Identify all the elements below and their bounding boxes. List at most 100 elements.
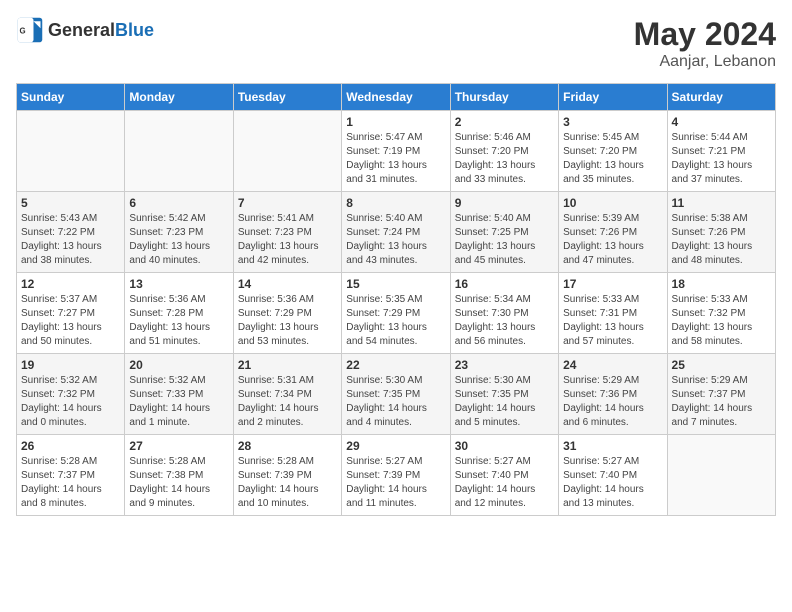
cell-info-text: Sunrise: 5:28 AM Sunset: 7:38 PM Dayligh…	[129, 455, 228, 511]
cell-date-number: 30	[455, 439, 554, 453]
cell-date-number: 3	[563, 115, 662, 129]
table-row: 9Sunrise: 5:40 AM Sunset: 7:25 PM Daylig…	[450, 192, 558, 273]
logo-blue: Blue	[115, 20, 154, 40]
header-monday: Monday	[125, 84, 233, 111]
cell-info-text: Sunrise: 5:30 AM Sunset: 7:35 PM Dayligh…	[346, 374, 445, 430]
cell-date-number: 13	[129, 277, 228, 291]
cell-info-text: Sunrise: 5:46 AM Sunset: 7:20 PM Dayligh…	[455, 131, 554, 187]
cell-date-number: 26	[21, 439, 120, 453]
table-row: 5 Sunrise: 5:43 AM Sunset: 7:22 PM Daylig…	[17, 192, 125, 273]
cell-info-text: Sunrise: 5:45 AM Sunset: 7:20 PM Dayligh…	[563, 131, 662, 187]
table-row: 8 Sunrise: 5:40 AM Sunset: 7:24 PM Daylig…	[342, 192, 450, 273]
table-row: 11 Sunrise: 5:38 AM Sunset: 7:26 PM Dayli…	[667, 192, 775, 273]
table-row: 14 Sunrise: 5:36 AM Sunset: 7:29 PM Dayli…	[233, 273, 341, 354]
cell-date-number: 11	[672, 196, 771, 210]
cell-date-number: 12	[21, 277, 120, 291]
cell-date-number: 27	[129, 439, 228, 453]
cell-info-text: Sunrise: 5:27 AM Sunset: 7:39 PM Dayligh…	[346, 455, 445, 511]
cell-info-text: Sunrise: 5:33 AM Sunset: 7:31 PM Dayligh…	[563, 293, 662, 349]
cell-info-text: Sunrise: 5:40 AM Sunset: 7:24 PM Dayligh…	[346, 212, 445, 268]
cell-date-number: 24	[563, 358, 662, 372]
table-row: 24Sunrise: 5:29 AM Sunset: 7:36 PM Dayli…	[559, 354, 667, 435]
cell-info-text: Sunrise: 5:37 AM Sunset: 7:27 PM Dayligh…	[21, 293, 120, 349]
calendar-week-row: 12 Sunrise: 5:37 AM Sunset: 7:27 PM Dayli…	[17, 273, 776, 354]
header-thursday: Thursday	[450, 84, 558, 111]
table-row: 3 Sunrise: 5:45 AM Sunset: 7:20 PM Daylig…	[559, 111, 667, 192]
cell-info-text: Sunrise: 5:36 AM Sunset: 7:28 PM Dayligh…	[129, 293, 228, 349]
logo-icon: G	[16, 16, 44, 44]
calendar-header-row: Sunday Monday Tuesday Wednesday Thursday…	[17, 84, 776, 111]
cell-date-number: 4	[672, 115, 771, 129]
cell-info-text: Sunrise: 5:42 AM Sunset: 7:23 PM Dayligh…	[129, 212, 228, 268]
cell-date-number: 22	[346, 358, 445, 372]
cell-info-text: Sunrise: 5:29 AM Sunset: 7:37 PM Dayligh…	[672, 374, 771, 430]
logo: G GeneralBlue	[16, 16, 154, 44]
table-row	[667, 435, 775, 516]
header-saturday: Saturday	[667, 84, 775, 111]
cell-info-text: Sunrise: 5:39 AM Sunset: 7:26 PM Dayligh…	[563, 212, 662, 268]
table-row	[17, 111, 125, 192]
cell-date-number: 17	[563, 277, 662, 291]
table-row: 27 Sunrise: 5:28 AM Sunset: 7:38 PM Dayli…	[125, 435, 233, 516]
table-row	[233, 111, 341, 192]
cell-info-text: Sunrise: 5:47 AM Sunset: 7:19 PM Dayligh…	[346, 131, 445, 187]
header-sunday: Sunday	[17, 84, 125, 111]
table-row: 18Sunrise: 5:33 AM Sunset: 7:32 PM Dayli…	[667, 273, 775, 354]
cell-date-number: 16	[455, 277, 554, 291]
table-row: 13 Sunrise: 5:36 AM Sunset: 7:28 PM Dayli…	[125, 273, 233, 354]
table-row: 26 Sunrise: 5:28 AM Sunset: 7:37 PM Dayli…	[17, 435, 125, 516]
cell-date-number: 10	[563, 196, 662, 210]
cell-info-text: Sunrise: 5:41 AM Sunset: 7:23 PM Dayligh…	[238, 212, 337, 268]
cell-date-number: 5	[21, 196, 120, 210]
header-tuesday: Tuesday	[233, 84, 341, 111]
cell-info-text: Sunrise: 5:43 AM Sunset: 7:22 PM Dayligh…	[21, 212, 120, 268]
table-row: 21Sunrise: 5:31 AM Sunset: 7:34 PM Dayli…	[233, 354, 341, 435]
page-header: G GeneralBlue May 2024 Aanjar, Lebanon	[16, 16, 776, 71]
calendar-week-row: 5 Sunrise: 5:43 AM Sunset: 7:22 PM Daylig…	[17, 192, 776, 273]
calendar-week-row: 26 Sunrise: 5:28 AM Sunset: 7:37 PM Dayli…	[17, 435, 776, 516]
calendar-location: Aanjar, Lebanon	[634, 53, 776, 71]
table-row: 22 Sunrise: 5:30 AM Sunset: 7:35 PM Dayli…	[342, 354, 450, 435]
cell-date-number: 25	[672, 358, 771, 372]
cell-info-text: Sunrise: 5:32 AM Sunset: 7:32 PM Dayligh…	[21, 374, 120, 430]
table-row: 28Sunrise: 5:28 AM Sunset: 7:39 PM Dayli…	[233, 435, 341, 516]
table-row: 17 Sunrise: 5:33 AM Sunset: 7:31 PM Dayli…	[559, 273, 667, 354]
title-block: May 2024 Aanjar, Lebanon	[634, 16, 776, 71]
table-row: 29Sunrise: 5:27 AM Sunset: 7:39 PM Dayli…	[342, 435, 450, 516]
table-row: 1 Sunrise: 5:47 AM Sunset: 7:19 PM Daylig…	[342, 111, 450, 192]
cell-info-text: Sunrise: 5:31 AM Sunset: 7:34 PM Dayligh…	[238, 374, 337, 430]
cell-date-number: 14	[238, 277, 337, 291]
logo-general: General	[48, 20, 115, 40]
table-row: 15 Sunrise: 5:35 AM Sunset: 7:29 PM Dayli…	[342, 273, 450, 354]
table-row: 6Sunrise: 5:42 AM Sunset: 7:23 PM Daylig…	[125, 192, 233, 273]
table-row	[125, 111, 233, 192]
cell-date-number: 15	[346, 277, 445, 291]
cell-date-number: 18	[672, 277, 771, 291]
svg-text:G: G	[20, 27, 26, 36]
table-row: 2Sunrise: 5:46 AM Sunset: 7:20 PM Daylig…	[450, 111, 558, 192]
calendar-title: May 2024	[634, 16, 776, 53]
table-row: 16 Sunrise: 5:34 AM Sunset: 7:30 PM Dayli…	[450, 273, 558, 354]
calendar-table: Sunday Monday Tuesday Wednesday Thursday…	[16, 83, 776, 516]
cell-info-text: Sunrise: 5:36 AM Sunset: 7:29 PM Dayligh…	[238, 293, 337, 349]
cell-info-text: Sunrise: 5:40 AM Sunset: 7:25 PM Dayligh…	[455, 212, 554, 268]
table-row: 4 Sunrise: 5:44 AM Sunset: 7:21 PM Daylig…	[667, 111, 775, 192]
calendar-week-row: 19 Sunrise: 5:32 AM Sunset: 7:32 PM Dayli…	[17, 354, 776, 435]
cell-date-number: 1	[346, 115, 445, 129]
table-row: 19 Sunrise: 5:32 AM Sunset: 7:32 PM Dayli…	[17, 354, 125, 435]
cell-date-number: 23	[455, 358, 554, 372]
cell-info-text: Sunrise: 5:34 AM Sunset: 7:30 PM Dayligh…	[455, 293, 554, 349]
table-row: 30Sunrise: 5:27 AM Sunset: 7:40 PM Dayli…	[450, 435, 558, 516]
logo-text: GeneralBlue	[48, 20, 154, 41]
cell-info-text: Sunrise: 5:38 AM Sunset: 7:26 PM Dayligh…	[672, 212, 771, 268]
cell-date-number: 20	[129, 358, 228, 372]
cell-info-text: Sunrise: 5:35 AM Sunset: 7:29 PM Dayligh…	[346, 293, 445, 349]
cell-info-text: Sunrise: 5:44 AM Sunset: 7:21 PM Dayligh…	[672, 131, 771, 187]
cell-date-number: 8	[346, 196, 445, 210]
cell-info-text: Sunrise: 5:28 AM Sunset: 7:37 PM Dayligh…	[21, 455, 120, 511]
cell-date-number: 19	[21, 358, 120, 372]
cell-info-text: Sunrise: 5:30 AM Sunset: 7:35 PM Dayligh…	[455, 374, 554, 430]
cell-info-text: Sunrise: 5:27 AM Sunset: 7:40 PM Dayligh…	[563, 455, 662, 511]
table-row: 20Sunrise: 5:32 AM Sunset: 7:33 PM Dayli…	[125, 354, 233, 435]
table-row: 10 Sunrise: 5:39 AM Sunset: 7:26 PM Dayli…	[559, 192, 667, 273]
